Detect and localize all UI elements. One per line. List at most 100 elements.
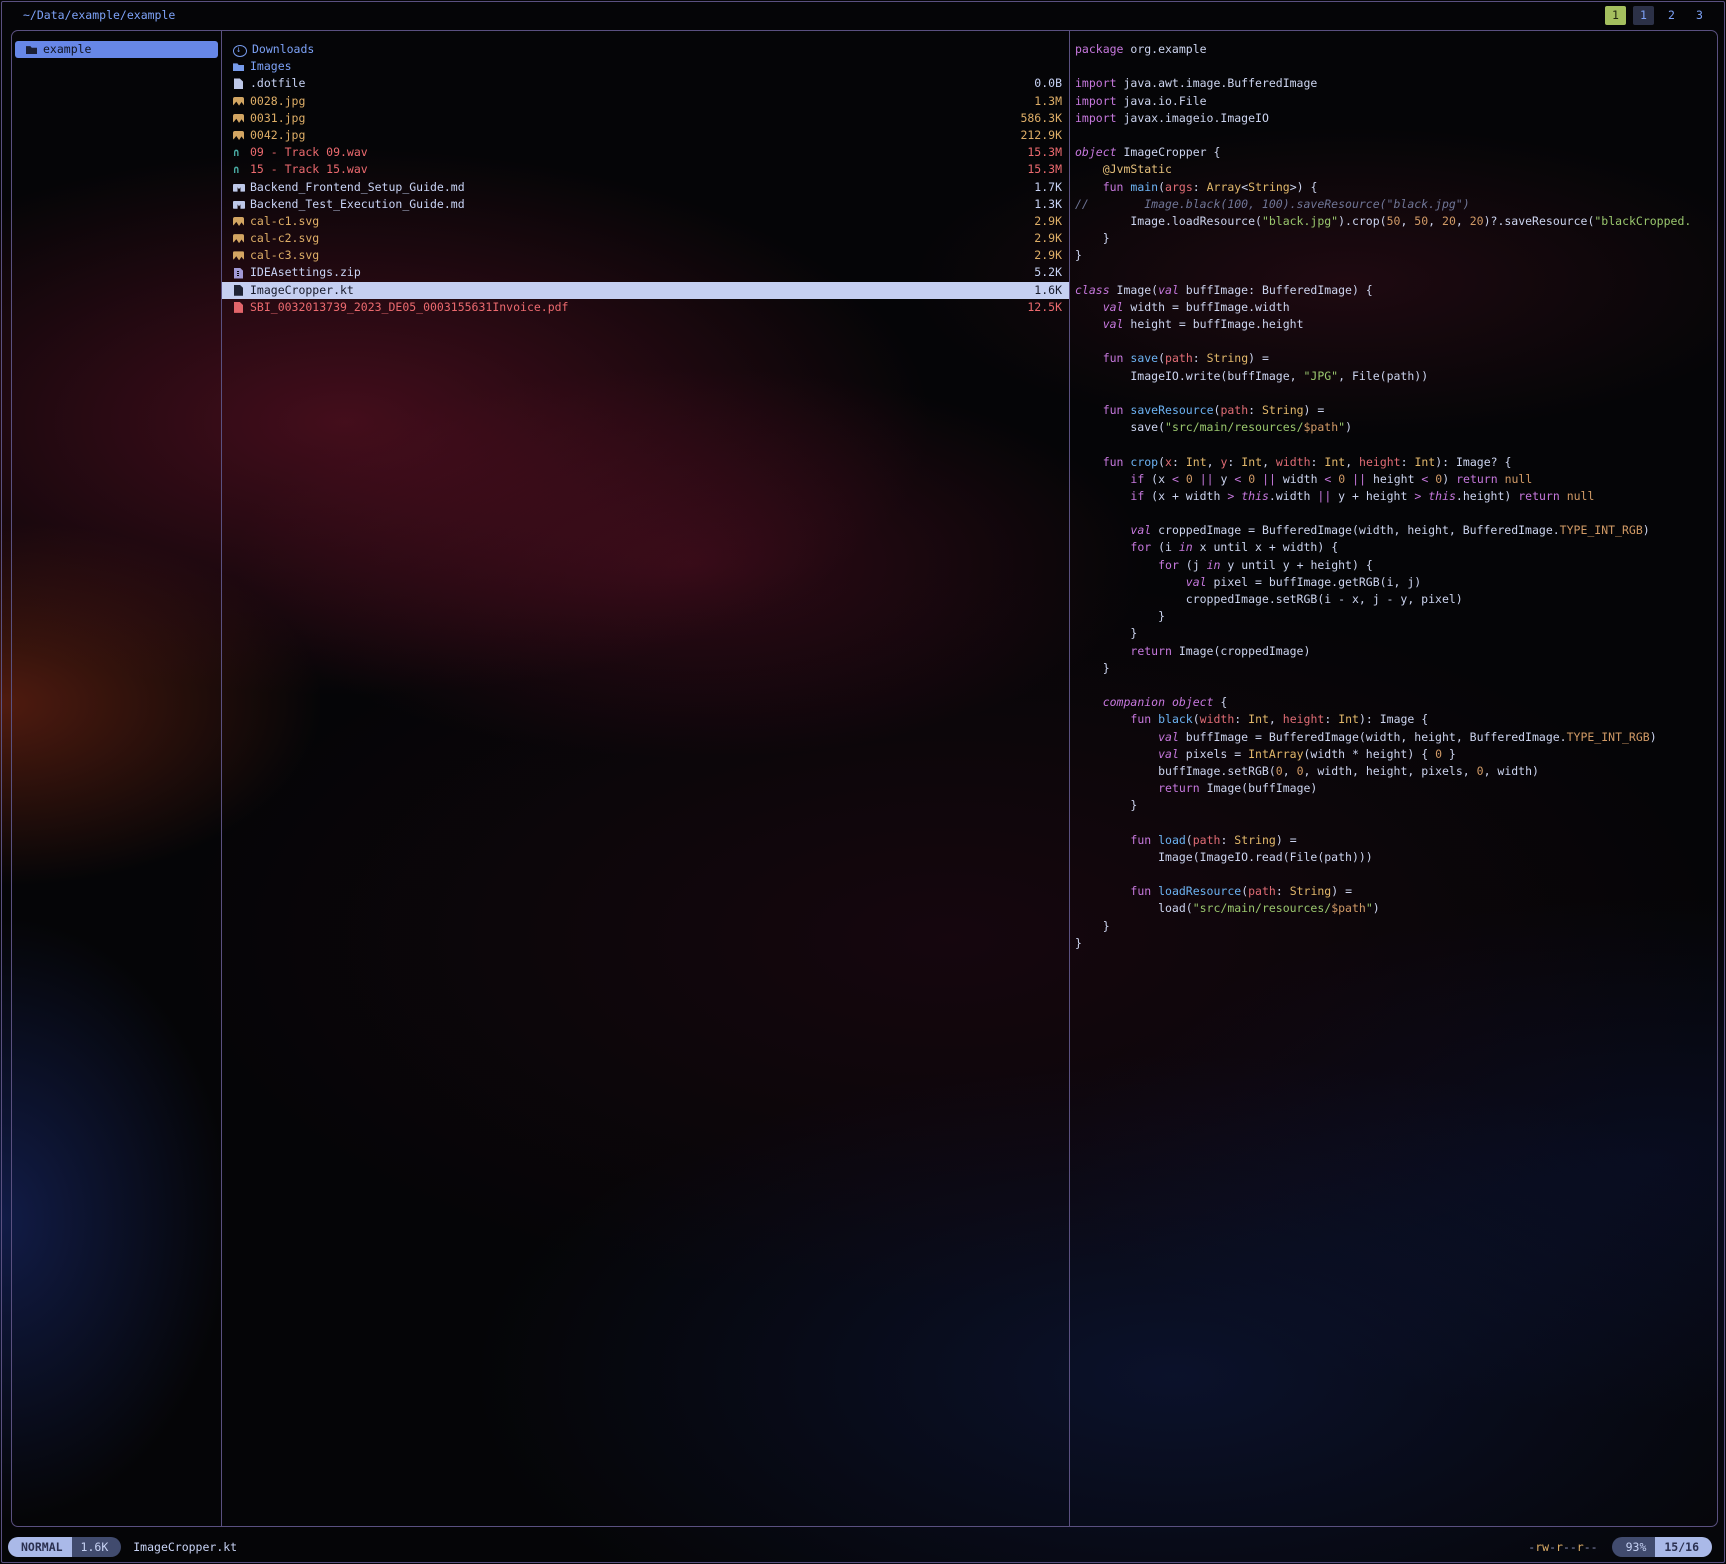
file-row[interactable]: .dotfile0.0B xyxy=(222,75,1069,92)
download-icon xyxy=(233,45,247,57)
code-line xyxy=(1075,385,1717,402)
file-size: 15.3M xyxy=(1017,144,1062,161)
code-line: val pixel = buffImage.getRGB(i, j) xyxy=(1075,574,1717,591)
code-line xyxy=(1075,505,1717,522)
file-row[interactable]: cal-c3.svg2.9K xyxy=(222,247,1069,264)
image-icon xyxy=(233,233,245,244)
code-line: // Image.black(100, 100).saveResource("b… xyxy=(1075,196,1717,213)
code-line xyxy=(1075,264,1717,281)
code-line: ImageIO.write(buffImage, "JPG", File(pat… xyxy=(1075,368,1717,385)
mode-badge: NORMAL xyxy=(8,1537,72,1557)
code-line: fun save(path: String) = xyxy=(1075,350,1717,367)
code-line: fun load(path: String) = xyxy=(1075,832,1717,849)
code-line: for (j in y until y + height) { xyxy=(1075,557,1717,574)
status-filename: ImageCropper.kt xyxy=(133,1540,237,1554)
code-line: Image.loadResource("black.jpg").crop(50,… xyxy=(1075,213,1717,230)
file-size: 1.3M xyxy=(1024,93,1062,110)
terminal-screen: ~/Data/example/example 1123 example Down… xyxy=(0,0,1726,1564)
folder-icon xyxy=(26,44,38,55)
file-list: DownloadsImages.dotfile0.0B0028.jpg1.3M0… xyxy=(222,41,1069,316)
file-row[interactable]: Images xyxy=(222,58,1069,75)
code-line: if (x + width > this.width || y + height… xyxy=(1075,488,1717,505)
code-line: } xyxy=(1075,247,1717,264)
breadcrumb-path: ~/Data/example/example xyxy=(23,8,175,22)
code-line: val pixels = IntArray(width * height) { … xyxy=(1075,746,1717,763)
file-name: cal-c2.svg xyxy=(250,230,319,247)
code-line: fun black(width: Int, height: Int): Imag… xyxy=(1075,711,1717,728)
audio-icon xyxy=(233,147,245,158)
file-row[interactable]: example xyxy=(15,41,218,58)
file-icon xyxy=(233,78,245,89)
file-row[interactable]: SBI_0032013739_2023_DE05_0003155631Invoi… xyxy=(222,299,1069,316)
file-row[interactable]: 0031.jpg586.3K xyxy=(222,110,1069,127)
code-line: @JvmStatic xyxy=(1075,161,1717,178)
file-size: 586.3K xyxy=(1010,110,1062,127)
file-row[interactable]: 15 - Track 15.wav15.3M xyxy=(222,161,1069,178)
audio-icon xyxy=(233,164,245,175)
file-name: Backend_Test_Execution_Guide.md xyxy=(250,196,465,213)
image-icon xyxy=(233,113,245,124)
file-name: SBI_0032013739_2023_DE05_0003155631Invoi… xyxy=(250,299,569,316)
file-name: Backend_Frontend_Setup_Guide.md xyxy=(250,179,465,196)
workspace-tab-1[interactable]: 1 xyxy=(1633,6,1654,25)
code-line: } xyxy=(1075,935,1717,952)
workspace-tabs: 1123 xyxy=(1605,6,1710,25)
file-row[interactable]: IDEAsettings.zip5.2K xyxy=(222,264,1069,281)
file-row[interactable]: cal-c1.svg2.9K xyxy=(222,213,1069,230)
file-row[interactable]: 0028.jpg1.3M xyxy=(222,93,1069,110)
archive-icon xyxy=(233,268,245,279)
code-line: fun saveResource(path: String) = xyxy=(1075,402,1717,419)
file-size: 2.9K xyxy=(1024,230,1062,247)
file-row[interactable]: 09 - Track 09.wav 15.3M xyxy=(222,144,1069,161)
file-row[interactable]: Downloads xyxy=(222,41,1069,58)
folder-icon xyxy=(233,61,245,72)
code-line: for (i in x until x + width) { xyxy=(1075,539,1717,556)
code-line: } xyxy=(1075,608,1717,625)
panes-container: example DownloadsImages.dotfile0.0B0028.… xyxy=(11,30,1718,1527)
preview-pane: package org.example import java.awt.imag… xyxy=(1070,31,1717,1526)
code-line: fun main(args: Array<String>) { xyxy=(1075,179,1717,196)
workspace-tab-3[interactable]: 3 xyxy=(1689,6,1710,25)
file-size: 5.2K xyxy=(1024,264,1062,281)
code-line: class Image(val buffImage: BufferedImage… xyxy=(1075,282,1717,299)
file-size-badge: 1.6K xyxy=(72,1537,122,1557)
code-line xyxy=(1075,436,1717,453)
code-line: Image(ImageIO.read(File(path))) xyxy=(1075,849,1717,866)
markdown-icon xyxy=(233,199,245,210)
code-line: return Image(croppedImage) xyxy=(1075,643,1717,660)
current-pane: DownloadsImages.dotfile0.0B0028.jpg1.3M0… xyxy=(222,31,1070,1526)
code-line xyxy=(1075,333,1717,350)
file-size: 212.9K xyxy=(1010,127,1062,144)
file-row[interactable]: ImageCropper.kt1.6K xyxy=(222,282,1069,299)
code-line: } xyxy=(1075,230,1717,247)
status-bar: NORMAL 1.6K ImageCropper.kt -rw-r--r-- 9… xyxy=(8,1536,1712,1558)
file-size: 2.9K xyxy=(1024,213,1062,230)
file-row[interactable]: 0042.jpg212.9K xyxy=(222,127,1069,144)
code-line: load("src/main/resources/$path") xyxy=(1075,900,1717,917)
parent-list: example xyxy=(12,41,221,58)
file-size: 1.3K xyxy=(1024,196,1062,213)
code-line: } xyxy=(1075,625,1717,642)
code-line: object ImageCropper { xyxy=(1075,144,1717,161)
code-line: fun loadResource(path: String) = xyxy=(1075,883,1717,900)
file-name: Downloads xyxy=(252,41,314,58)
file-size: 12.5K xyxy=(1017,299,1062,316)
file-name: 09 - Track 09.wav xyxy=(250,144,368,161)
image-icon xyxy=(233,216,245,227)
code-line: buffImage.setRGB(0, 0, width, height, pi… xyxy=(1075,763,1717,780)
code-line xyxy=(1075,677,1717,694)
file-name: 15 - Track 15.wav xyxy=(250,161,368,178)
markdown-icon xyxy=(233,182,245,193)
preview-code: package org.example import java.awt.imag… xyxy=(1070,41,1717,952)
workspace-tab-2[interactable]: 2 xyxy=(1661,6,1682,25)
file-size: 1.6K xyxy=(1024,282,1062,299)
file-name: .dotfile xyxy=(250,75,305,92)
image-icon xyxy=(233,250,245,261)
code-line xyxy=(1075,58,1717,75)
file-row[interactable]: Backend_Test_Execution_Guide.md 1.3K xyxy=(222,196,1069,213)
workspace-tab-1[interactable]: 1 xyxy=(1605,6,1626,25)
file-row[interactable]: Backend_Frontend_Setup_Guide.md1.7K xyxy=(222,179,1069,196)
file-row[interactable]: cal-c2.svg 2.9K xyxy=(222,230,1069,247)
permissions: -rw-r--r-- xyxy=(1528,1540,1597,1554)
code-line: } xyxy=(1075,918,1717,935)
